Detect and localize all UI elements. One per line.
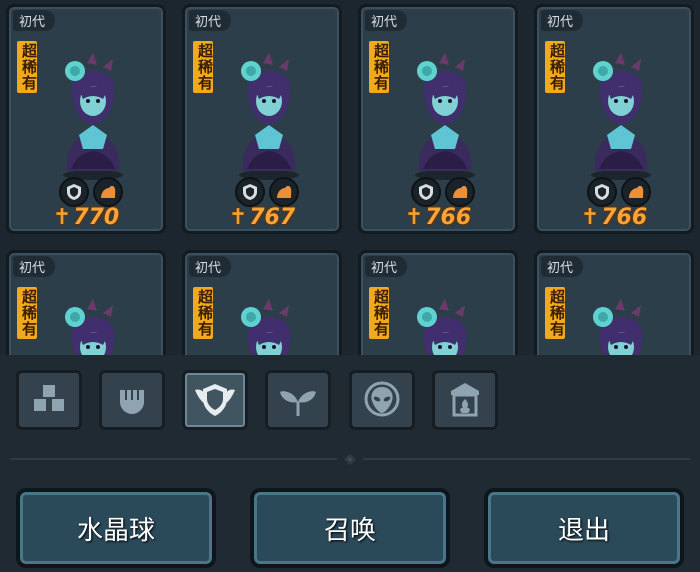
rarity-badge: 超稀有 [369, 41, 390, 93]
monster-card[interactable]: 初代 超稀有 ✝ [182, 250, 342, 355]
generation-tag: 初代 [541, 256, 584, 277]
trait-badges [235, 177, 299, 207]
power-number: 770 [73, 205, 120, 230]
generation-tag: 初代 [541, 10, 584, 31]
stamina-icon: ✝ [52, 205, 72, 230]
generation-tag: 初代 [13, 256, 56, 277]
power-value: ✝767 [185, 205, 339, 230]
crystal-ball-button[interactable]: 水晶球 [16, 488, 216, 568]
trait-badges [59, 177, 123, 207]
rarity-badge: 超稀有 [193, 41, 214, 93]
monster-card[interactable]: 初代 超稀有 ✝770 [6, 4, 166, 234]
divider-ornament-icon: ◈ [337, 451, 363, 467]
fist-icon [120, 390, 144, 414]
rarity-badge: 超稀有 [545, 287, 566, 339]
power-number: 766 [601, 205, 648, 230]
generation-tag: 初代 [365, 10, 408, 31]
shield-badge-icon [587, 177, 617, 207]
stamina-icon: ✝ [580, 205, 600, 230]
monster-grid: 初代 超稀有 ✝770 初代 超稀有 ✝767 初代 超稀有 ✝766 初代 超… [0, 0, 700, 355]
filter-shield-button[interactable] [182, 370, 248, 430]
power-number: 767 [249, 205, 296, 230]
monster-portrait-icon [65, 299, 114, 355]
monster-portrait-icon [63, 53, 123, 180]
filter-bar: ◈ 水晶球 召唤 退出 [0, 355, 700, 572]
sprout-icon [280, 391, 316, 416]
power-value: ✝766 [537, 205, 691, 230]
power-value: ✝770 [9, 205, 163, 230]
filter-blocks-button[interactable] [16, 370, 82, 430]
monster-card[interactable]: 初代 超稀有 ✝767 [182, 4, 342, 234]
power-value: ✝766 [361, 205, 515, 230]
stamina-icon: ✝ [404, 205, 424, 230]
power-number: 766 [425, 205, 472, 230]
shield-wings-icon [195, 384, 235, 416]
filter-fist-button[interactable] [99, 370, 165, 430]
monster-portrait-icon [593, 299, 642, 355]
filter-alien-button[interactable] [349, 370, 415, 430]
shield-badge-icon [411, 177, 441, 207]
trait-badges [411, 177, 475, 207]
blocks-icon [34, 385, 64, 411]
trait-badges [587, 177, 651, 207]
monster-card[interactable]: 初代 超稀有 ✝766 [534, 4, 694, 234]
monster-portrait-icon [415, 53, 475, 180]
shrine-icon [451, 383, 479, 417]
monster-portrait-icon [241, 299, 290, 355]
rarity-badge: 超稀有 [17, 41, 38, 93]
generation-tag: 初代 [13, 10, 56, 31]
summon-button[interactable]: 召唤 [250, 488, 450, 568]
generation-tag: 初代 [189, 10, 232, 31]
rarity-badge: 超稀有 [17, 287, 38, 339]
monster-portrait-icon [591, 53, 651, 180]
monster-card[interactable]: 初代 超稀有 ✝ [534, 250, 694, 355]
filter-shrine-button[interactable] [432, 370, 498, 430]
alien-icon [364, 381, 400, 417]
earth-element-icon [621, 177, 651, 207]
monster-card[interactable]: 初代 超稀有 ✝766 [358, 4, 518, 234]
generation-tag: 初代 [189, 256, 232, 277]
exit-button[interactable]: 退出 [484, 488, 684, 568]
rarity-badge: 超稀有 [545, 41, 566, 93]
generation-tag: 初代 [365, 256, 408, 277]
monster-portrait-icon [417, 299, 466, 355]
earth-element-icon [269, 177, 299, 207]
shield-badge-icon [59, 177, 89, 207]
monster-card[interactable]: 初代 超稀有 ✝ [6, 250, 166, 355]
filter-sprout-button[interactable] [265, 370, 331, 430]
earth-element-icon [445, 177, 475, 207]
monster-card[interactable]: 初代 超稀有 ✝ [358, 250, 518, 355]
rarity-badge: 超稀有 [193, 287, 214, 339]
monster-portrait-icon [239, 53, 299, 180]
earth-element-icon [93, 177, 123, 207]
stamina-icon: ✝ [228, 205, 248, 230]
rarity-badge: 超稀有 [369, 287, 390, 339]
shield-badge-icon [235, 177, 265, 207]
